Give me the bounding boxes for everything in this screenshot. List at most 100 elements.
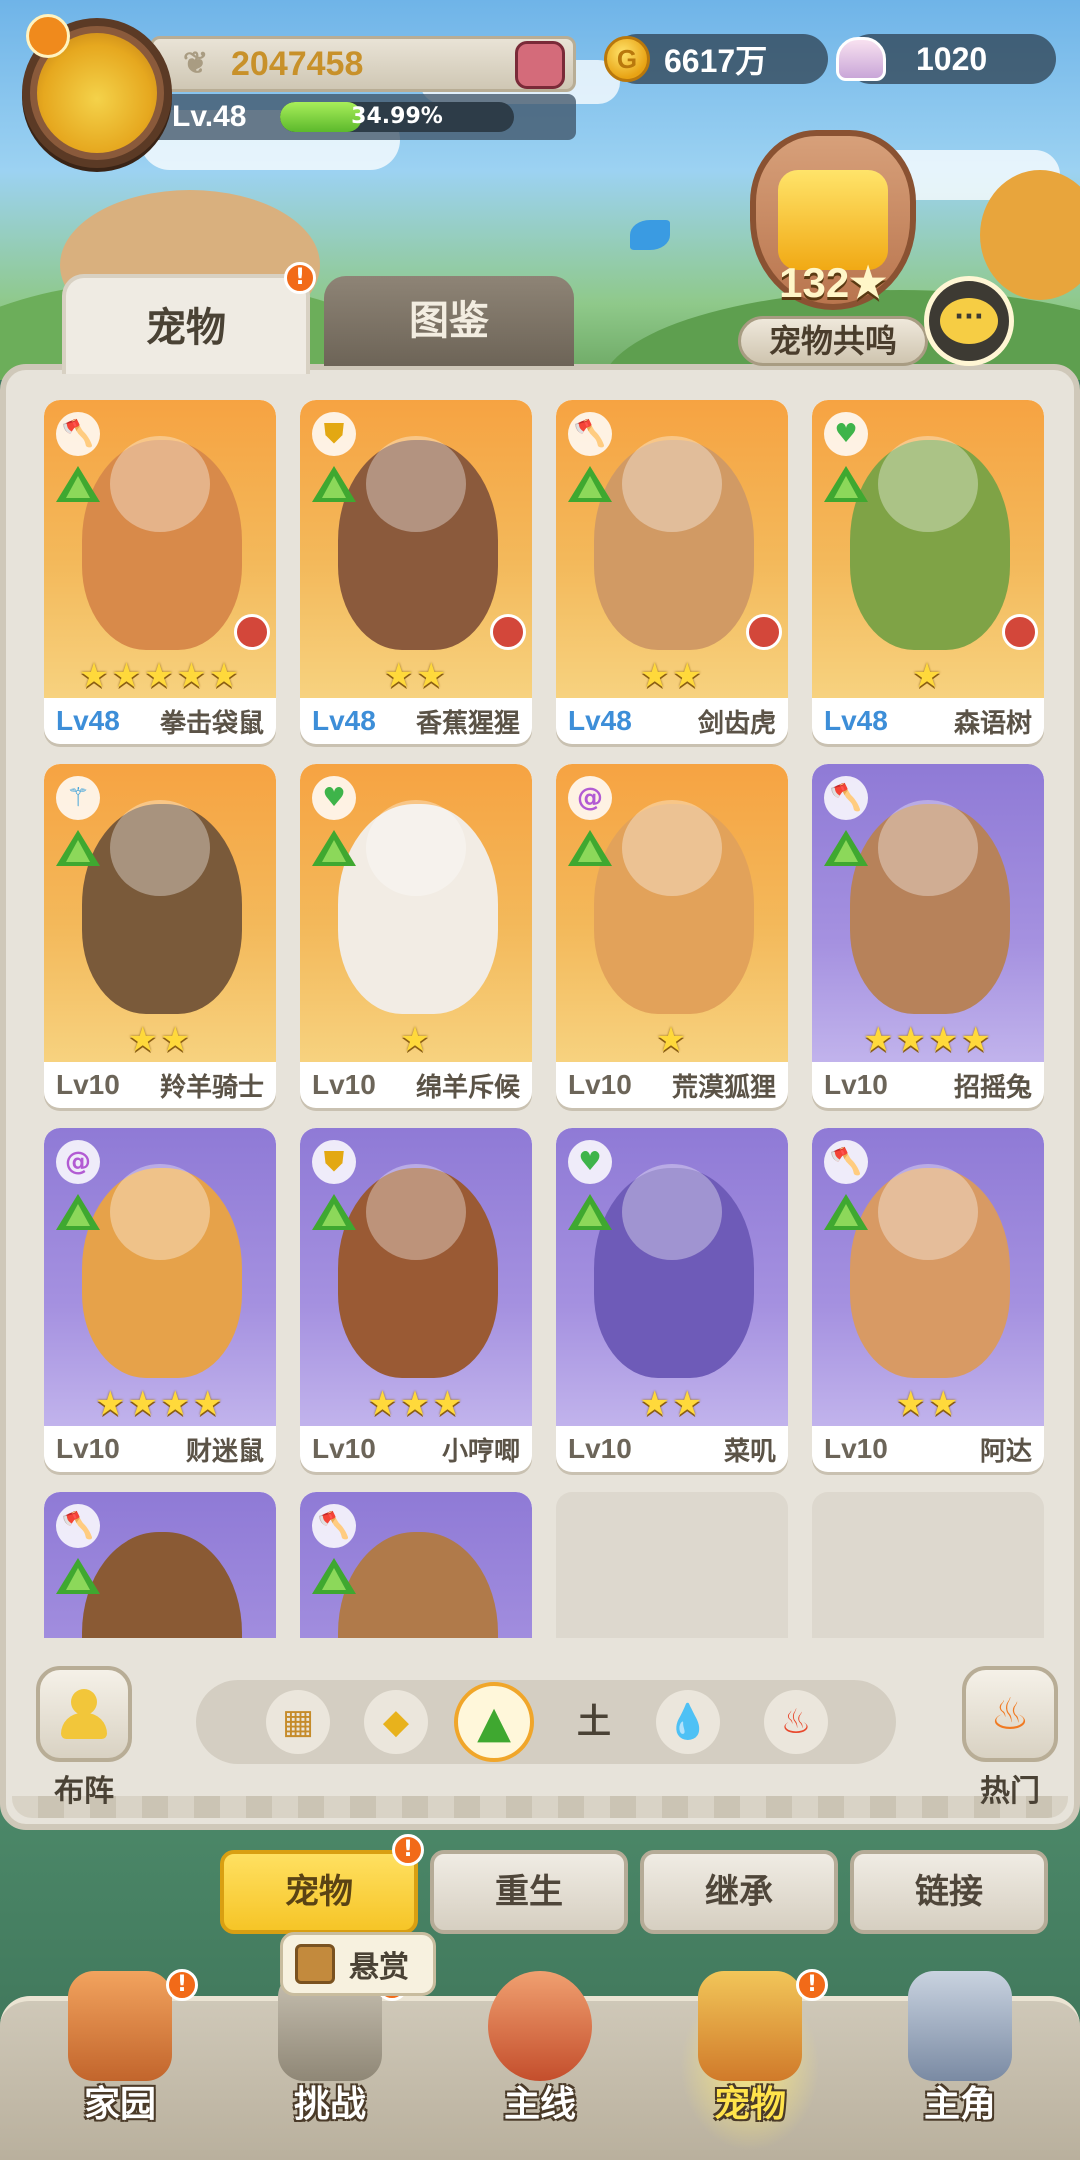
pet-card-footer: Lv48 森语树 xyxy=(812,698,1044,744)
bottom-navigation: 家园 ! 挑战 ! 主线 宠物 ! 主角 xyxy=(0,1969,1080,2160)
grid-icon: ▦ xyxy=(281,1702,315,1742)
pet-level: Lv48 xyxy=(568,705,632,736)
pet-level: Lv10 xyxy=(824,1069,888,1100)
heart-class-icon: ♥ xyxy=(312,776,356,820)
tab-codex[interactable]: 图鉴 xyxy=(324,276,574,366)
pet-portrait: 🪓 ★★ xyxy=(556,400,788,698)
rank-icon[interactable] xyxy=(515,41,565,89)
nav-hero[interactable]: 主角 xyxy=(880,1971,1040,2160)
filter-all-button[interactable]: ▦ xyxy=(266,1690,330,1754)
pet-figure-head xyxy=(110,436,210,532)
formation-label: 布阵 xyxy=(54,1774,114,1809)
bounty-button[interactable]: 悬赏 xyxy=(280,1932,436,1996)
pet-card[interactable]: ⛊ ★★★ Lv10 小哼唧 xyxy=(300,1128,532,1472)
pet-card-footer: Lv10 小哼唧 xyxy=(300,1426,532,1472)
pet-card-footer: Lv48 剑齿虎 xyxy=(556,698,788,744)
shell-value: 1020 xyxy=(916,40,988,77)
pet-card-footer: Lv10 财迷鼠 xyxy=(44,1426,276,1472)
empty-card-slot xyxy=(812,1492,1044,1638)
pet-card[interactable]: ⚚ ★★ Lv10 羚羊骑士 xyxy=(44,764,276,1108)
nav-main[interactable]: 主线 xyxy=(460,1971,620,2160)
pet-card[interactable]: 🪓 ★★ Lv48 剑齿虎 xyxy=(556,400,788,744)
earth-element-icon xyxy=(56,1194,100,1230)
pet-card[interactable]: 🪓 ★★★★★ Lv48 拳击袋鼠 xyxy=(44,400,276,744)
owner-tag-icon xyxy=(234,614,270,650)
star-rating: ★★ xyxy=(895,1384,961,1424)
bounty-label: 悬赏 xyxy=(349,1950,409,1985)
tab-pets[interactable]: 宠物 xyxy=(62,274,310,374)
pet-card[interactable]: @ ★★★★ Lv10 财迷鼠 xyxy=(44,1128,276,1472)
pet-resonance-button[interactable]: 132★ 宠物共鸣 xyxy=(728,130,938,370)
pet-list-panel: 🪓 ★★★★★ Lv48 拳击袋鼠 ⛊ ★★ Lv48 香蕉猩猩 🪓 ★★ Lv48 剑齿虎 ♥ ★ Lv4… xyxy=(0,364,1080,1830)
star-rating: ★★ xyxy=(639,1384,705,1424)
pet-name: 阿达 xyxy=(979,1436,1032,1467)
gold-currency[interactable]: G 6617万 xyxy=(604,34,828,84)
pet-figure xyxy=(82,1532,242,1638)
earth-element-icon xyxy=(312,1558,356,1594)
pet-card[interactable]: 🪓 xyxy=(44,1492,276,1638)
formation-button[interactable] xyxy=(36,1666,132,1762)
gold-coin-icon: G xyxy=(604,36,650,82)
pet-card[interactable]: ⛊ ★★ Lv48 香蕉猩猩 xyxy=(300,400,532,744)
hot-label: 热门 xyxy=(980,1774,1040,1809)
filter-water-button[interactable]: 💧 xyxy=(656,1690,720,1754)
pet-card-footer: Lv48 拳击袋鼠 xyxy=(44,698,276,744)
subtab-inherit[interactable]: 继承 xyxy=(640,1850,838,1934)
pet-dragon-icon xyxy=(698,1971,802,2081)
earth-element-icon xyxy=(312,830,356,866)
pet-portrait: 🪓 ★★★★ xyxy=(812,764,1044,1062)
axe-class-icon: 🪓 xyxy=(312,1504,356,1548)
shell-currency[interactable]: 1020 xyxy=(836,34,1056,84)
filter-metal-button[interactable]: ◆ xyxy=(364,1690,428,1754)
pet-portrait: ♥ ★ xyxy=(300,764,532,1062)
swirl-class-icon: @ xyxy=(568,776,612,820)
pet-portrait: 🪓 ★★ xyxy=(812,1128,1044,1426)
pet-card[interactable]: 🪓 ★★ Lv10 阿达 xyxy=(812,1128,1044,1472)
pet-card-footer: Lv10 羚羊骑士 xyxy=(44,1062,276,1108)
pet-card[interactable]: ♥ ★ Lv48 森语树 xyxy=(812,400,1044,744)
pet-figure-head xyxy=(622,436,722,532)
pet-card[interactable]: ♥ ★★ Lv10 菜叽 xyxy=(556,1128,788,1472)
filter-fire-button[interactable]: ♨ xyxy=(764,1690,828,1754)
pet-card-footer: Lv10 阿达 xyxy=(812,1426,1044,1472)
filter-earth-button[interactable]: ▲ xyxy=(454,1682,534,1762)
wing-icon: ❦ xyxy=(183,47,209,80)
star-rating: ★ xyxy=(911,656,945,696)
earth-element-icon xyxy=(824,830,868,866)
pet-card-footer: Lv48 香蕉猩猩 xyxy=(300,698,532,744)
fire-element-icon: ♨ xyxy=(780,1702,812,1742)
earth-element-icon xyxy=(312,466,356,502)
pet-name: 拳击袋鼠 xyxy=(159,708,264,739)
pet-portrait: ⛊ ★★★ xyxy=(300,1128,532,1426)
pet-figure-head xyxy=(110,1164,210,1260)
heart-class-icon: ♥ xyxy=(568,1140,612,1184)
subtab-rebirth[interactable]: 重生 xyxy=(430,1850,628,1934)
pet-card[interactable]: @ ★ Lv10 荒漠狐狸 xyxy=(556,764,788,1108)
pet-name: 荒漠狐狸 xyxy=(671,1072,776,1103)
subtab-pets-notification: ! xyxy=(392,1834,424,1866)
pet-card[interactable]: 🪓 ★★★★ Lv10 招摇兔 xyxy=(812,764,1044,1108)
earth-element-icon xyxy=(824,1194,868,1230)
star-rating: ★★★★ xyxy=(95,1384,225,1424)
hot-button[interactable]: ♨ xyxy=(962,1666,1058,1762)
shield-class-icon: ⛊ xyxy=(312,1140,356,1184)
chat-button[interactable]: ··· xyxy=(924,276,1014,366)
pet-name: 森语树 xyxy=(953,708,1032,739)
pet-card[interactable]: ♥ ★ Lv10 绵羊斥候 xyxy=(300,764,532,1108)
pet-figure-head xyxy=(878,1164,978,1260)
level-bar: Lv.48 34.99% xyxy=(150,94,576,140)
pet-level: Lv48 xyxy=(824,705,888,736)
pet-card[interactable]: 🪓 xyxy=(300,1492,532,1638)
subtab-pets[interactable]: 宠物 xyxy=(220,1850,418,1934)
pet-figure xyxy=(338,1532,498,1638)
pet-name: 菜叽 xyxy=(723,1436,776,1467)
pet-card-footer: Lv10 菜叽 xyxy=(556,1426,788,1472)
pet-portrait: ⛊ ★★ xyxy=(300,400,532,698)
pet-card-footer: Lv10 招摇兔 xyxy=(812,1062,1044,1108)
pet-level: Lv10 xyxy=(568,1069,632,1100)
subtab-link[interactable]: 链接 xyxy=(850,1850,1048,1934)
star-rating: ★★★ xyxy=(367,1384,465,1424)
pet-name: 招摇兔 xyxy=(953,1072,1032,1103)
player-level: Lv.48 xyxy=(172,100,247,133)
pet-portrait: ♥ ★★ xyxy=(556,1128,788,1426)
